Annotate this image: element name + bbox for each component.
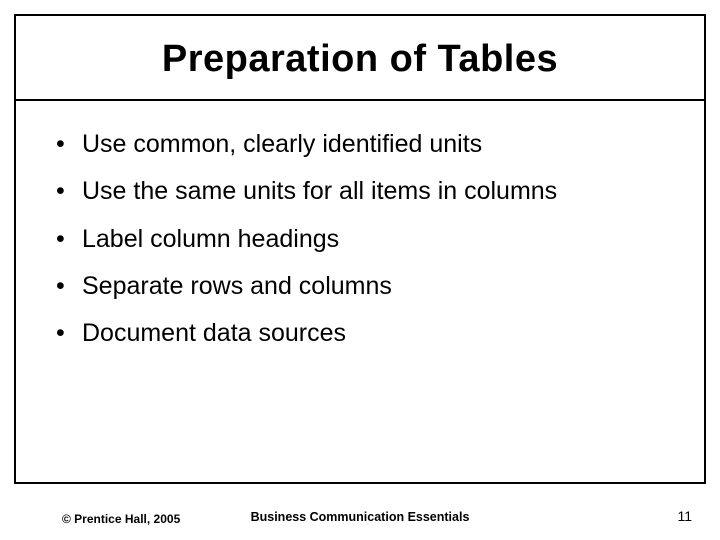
list-item: Document data sources <box>56 318 686 349</box>
list-item: Separate rows and columns <box>56 271 686 302</box>
list-item: Use the same units for all items in colu… <box>56 176 686 207</box>
page-number: 11 <box>677 508 692 524</box>
slide-content: Use common, clearly identified units Use… <box>16 101 704 349</box>
footer: © Prentice Hall, 2005 Business Communica… <box>0 496 720 526</box>
list-item: Use common, clearly identified units <box>56 129 686 160</box>
title-block: Preparation of Tables <box>16 16 704 101</box>
book-title: Business Communication Essentials <box>0 510 720 524</box>
list-item: Label column headings <box>56 224 686 255</box>
bullet-list: Use common, clearly identified units Use… <box>56 129 686 349</box>
slide-title: Preparation of Tables <box>56 38 664 81</box>
slide-frame: Preparation of Tables Use common, clearl… <box>14 14 706 484</box>
